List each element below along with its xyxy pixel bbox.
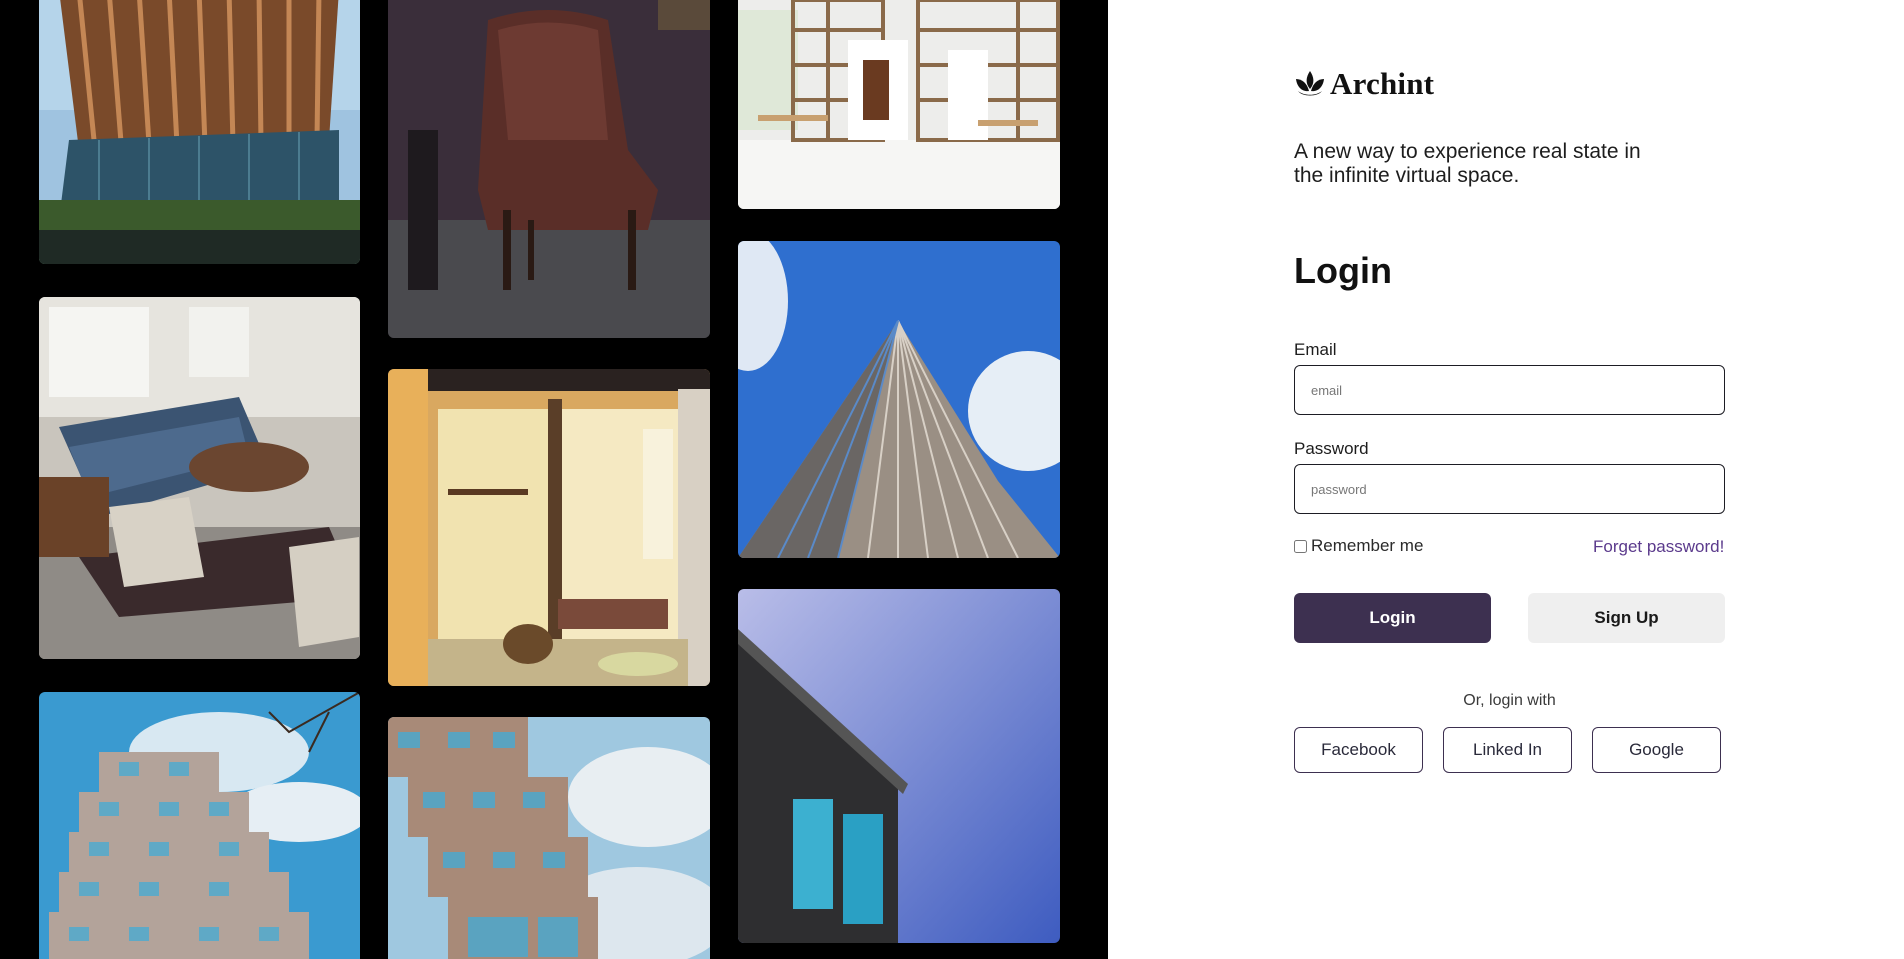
gallery-image-cubic-facade xyxy=(388,717,710,959)
password-field[interactable] xyxy=(1294,464,1725,514)
remember-me[interactable]: Remember me xyxy=(1294,536,1423,556)
remember-me-label: Remember me xyxy=(1311,536,1424,555)
forgot-password-link[interactable]: Forget password! xyxy=(1593,537,1724,557)
signup-button[interactable]: Sign Up xyxy=(1528,593,1725,643)
social-login-heading: Or, login with xyxy=(1463,692,1556,709)
gallery-image-skyscraper xyxy=(738,241,1060,558)
gallery-image-white-interior xyxy=(738,0,1060,209)
login-button[interactable]: Login xyxy=(1294,593,1491,643)
tagline: A new way to experience real state in th… xyxy=(1294,140,1641,187)
facebook-login-button[interactable]: Facebook xyxy=(1294,727,1423,773)
google-login-button[interactable]: Google xyxy=(1592,727,1721,773)
image-gallery xyxy=(0,0,1108,959)
gallery-image-stacked-building xyxy=(39,692,360,959)
remember-me-checkbox[interactable] xyxy=(1294,539,1307,553)
password-label: Password xyxy=(1294,439,1369,458)
page-title: Login xyxy=(1294,250,1392,291)
linkedin-login-button[interactable]: Linked In xyxy=(1443,727,1572,773)
login-panel: Archint A new way to experience real sta… xyxy=(1108,0,1904,959)
email-field[interactable] xyxy=(1294,365,1725,415)
email-label: Email xyxy=(1294,340,1337,359)
brand-name: Archint xyxy=(1330,66,1435,101)
gallery-image-modern-facade xyxy=(738,589,1060,943)
gallery-image-armchair xyxy=(388,0,710,338)
gallery-image-glass-building xyxy=(39,0,360,264)
brand-logo[interactable]: Archint xyxy=(1294,66,1434,102)
gallery-image-japanese-room xyxy=(388,369,710,686)
lotus-icon xyxy=(1296,71,1324,96)
gallery-image-living-room xyxy=(39,297,360,659)
